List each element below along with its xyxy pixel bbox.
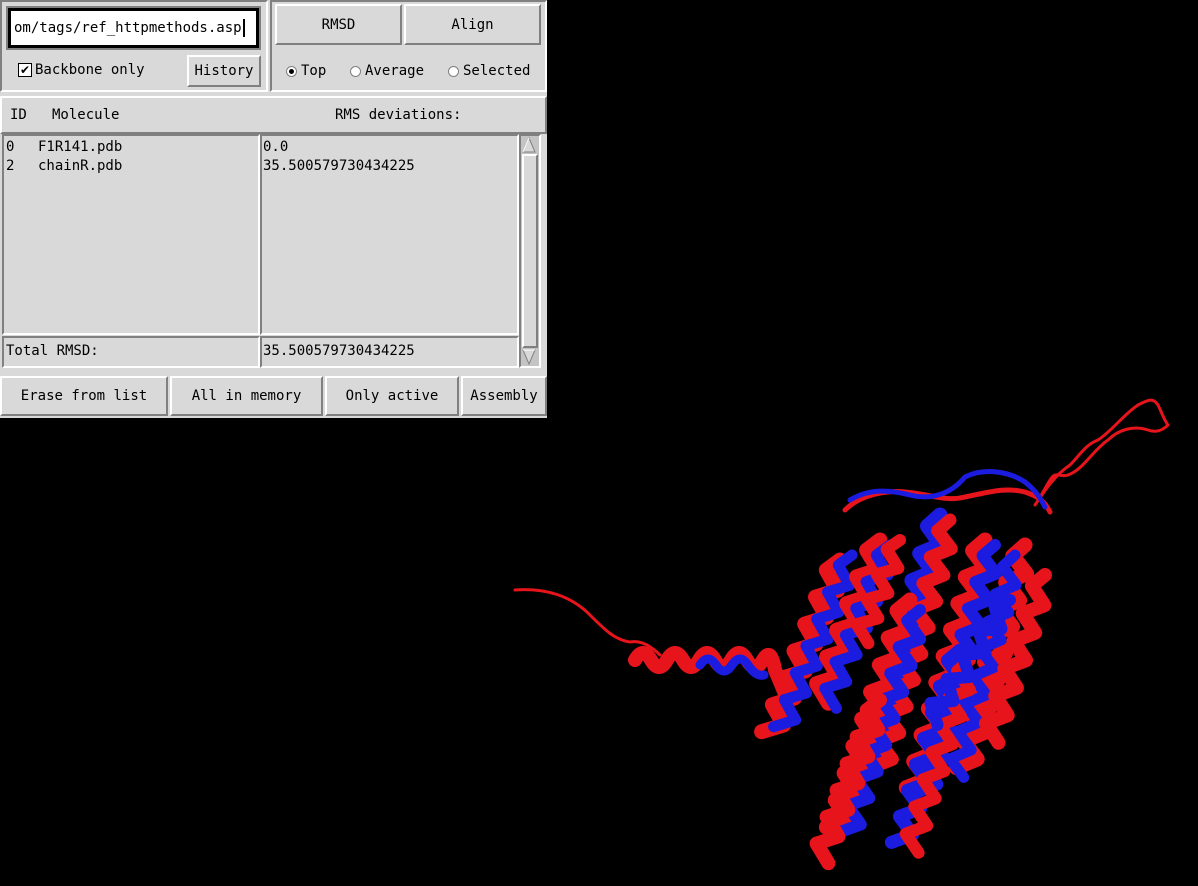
n-terminal-tail [513,588,662,657]
transmembrane-helices [754,507,1052,871]
helix-ribbon [809,693,887,871]
molecule-viewport[interactable] [0,0,1198,886]
c-terminal-loop [1033,398,1170,507]
